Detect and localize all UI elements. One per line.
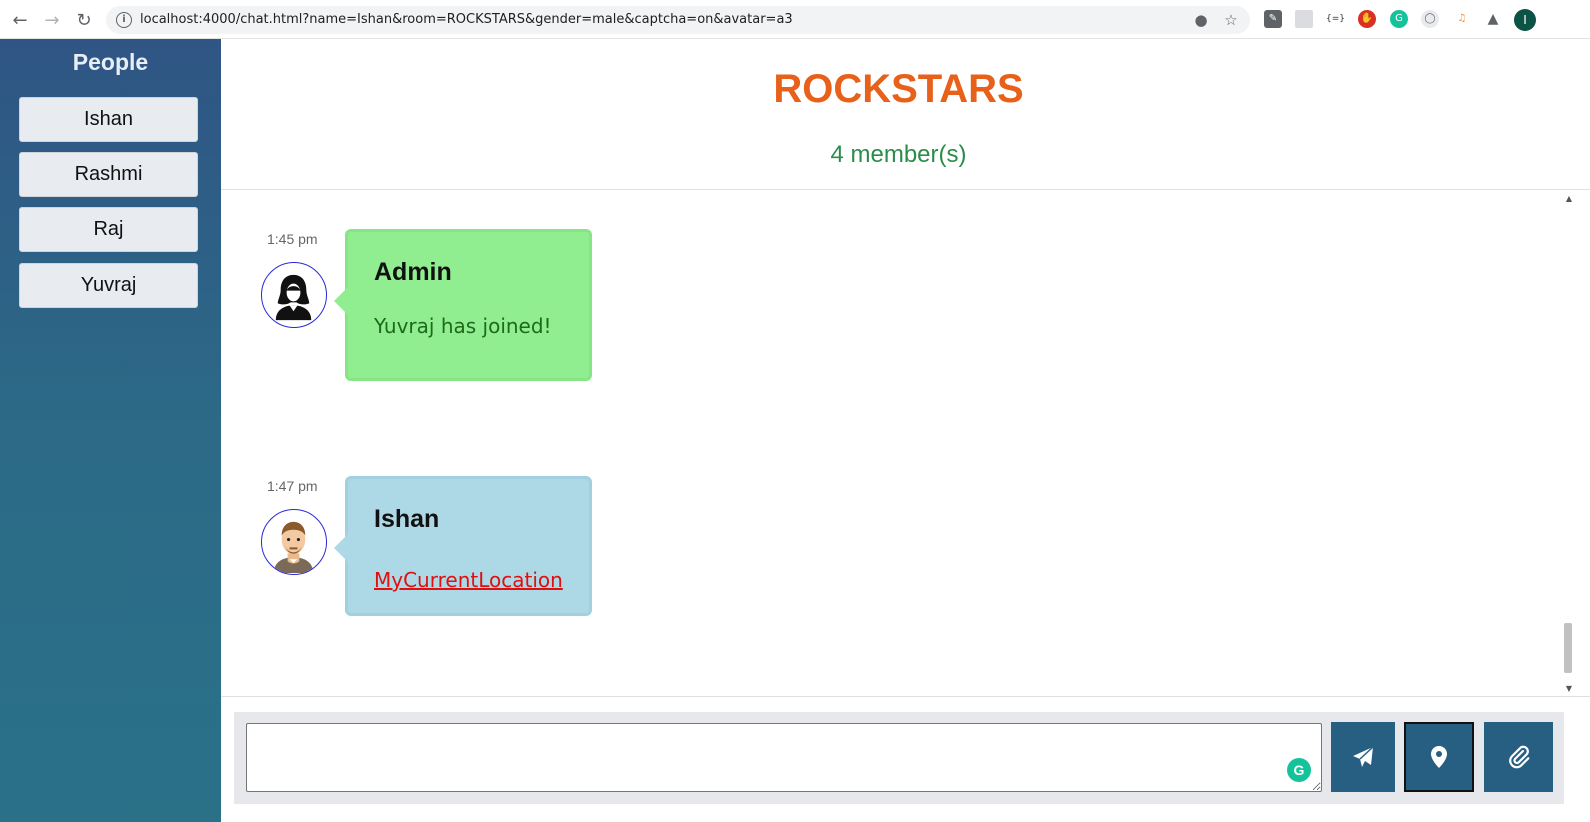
location-icon[interactable]: ● bbox=[1192, 11, 1210, 29]
person-item[interactable]: Yuvraj bbox=[19, 263, 198, 308]
extension-adblock-icon[interactable]: ✋ bbox=[1358, 10, 1376, 28]
address-bar[interactable]: i localhost:4000/chat.html?name=Ishan&ro… bbox=[106, 6, 1250, 34]
location-link[interactable]: MyCurrentLocation bbox=[374, 568, 563, 592]
message-composer: G bbox=[234, 712, 1564, 804]
extension-grammarly-icon[interactable]: G bbox=[1390, 10, 1408, 28]
extension-grid-icon[interactable] bbox=[1295, 10, 1313, 28]
message-sender: Admin bbox=[374, 258, 452, 286]
message-input[interactable] bbox=[246, 723, 1322, 792]
bookmark-star-icon[interactable]: ☆ bbox=[1222, 11, 1240, 29]
browser-toolbar: ← → ↻ i localhost:4000/chat.html?name=Is… bbox=[0, 0, 1590, 39]
female-avatar-icon bbox=[261, 262, 327, 328]
male-avatar-icon bbox=[261, 509, 327, 575]
address-url[interactable]: localhost:4000/chat.html?name=Ishan&room… bbox=[140, 12, 793, 27]
extension-eyedropper-icon[interactable]: ✎ bbox=[1264, 10, 1282, 28]
message-bubble: Ishan MyCurrentLocation bbox=[334, 476, 592, 616]
grammarly-icon[interactable]: G bbox=[1287, 758, 1311, 782]
message-time: 1:47 pm bbox=[267, 478, 318, 494]
message-bubble: Admin Yuvraj has joined! bbox=[334, 229, 592, 381]
message-text: Yuvraj has joined! bbox=[374, 314, 552, 338]
people-sidebar: People Ishan Rashmi Raj Yuvraj bbox=[0, 39, 221, 822]
extension-clock-icon[interactable]: ◯ bbox=[1421, 10, 1439, 28]
attach-file-button[interactable] bbox=[1484, 722, 1553, 792]
send-icon bbox=[1353, 746, 1374, 767]
member-count: 4 member(s) bbox=[830, 141, 967, 168]
extension-json-icon[interactable]: {=} bbox=[1326, 10, 1345, 28]
chat-main: ROCKSTARS 4 member(s) 1:45 pm Admin Yuvr… bbox=[221, 39, 1590, 822]
messages-scrollbar[interactable] bbox=[1562, 191, 1576, 695]
scroll-thumb[interactable] bbox=[1564, 623, 1572, 673]
header-divider bbox=[221, 189, 1590, 190]
room-title: ROCKSTARS bbox=[773, 67, 1024, 111]
composer-divider bbox=[221, 696, 1590, 697]
send-button[interactable] bbox=[1331, 722, 1395, 792]
scroll-up-icon[interactable]: ▲ bbox=[1562, 194, 1576, 204]
back-icon[interactable]: ← bbox=[8, 8, 32, 32]
reload-icon[interactable]: ↻ bbox=[72, 8, 96, 32]
extension-headphones-icon[interactable]: ♫ bbox=[1453, 10, 1471, 28]
location-pin-icon bbox=[1431, 746, 1447, 768]
extensions-puzzle-icon[interactable]: ▲ bbox=[1484, 10, 1502, 28]
person-item[interactable]: Raj bbox=[19, 207, 198, 252]
scroll-down-icon[interactable]: ▼ bbox=[1562, 684, 1576, 694]
share-location-button[interactable] bbox=[1404, 722, 1474, 792]
message-time: 1:45 pm bbox=[267, 231, 318, 247]
person-item[interactable]: Rashmi bbox=[19, 152, 198, 197]
site-info-icon[interactable]: i bbox=[116, 12, 132, 28]
message-sender: Ishan bbox=[374, 505, 440, 533]
paperclip-icon bbox=[1508, 745, 1529, 769]
forward-icon[interactable]: → bbox=[40, 8, 64, 32]
person-item[interactable]: Ishan bbox=[19, 97, 198, 142]
profile-avatar[interactable]: I bbox=[1514, 9, 1536, 31]
sidebar-title: People bbox=[72, 49, 149, 75]
